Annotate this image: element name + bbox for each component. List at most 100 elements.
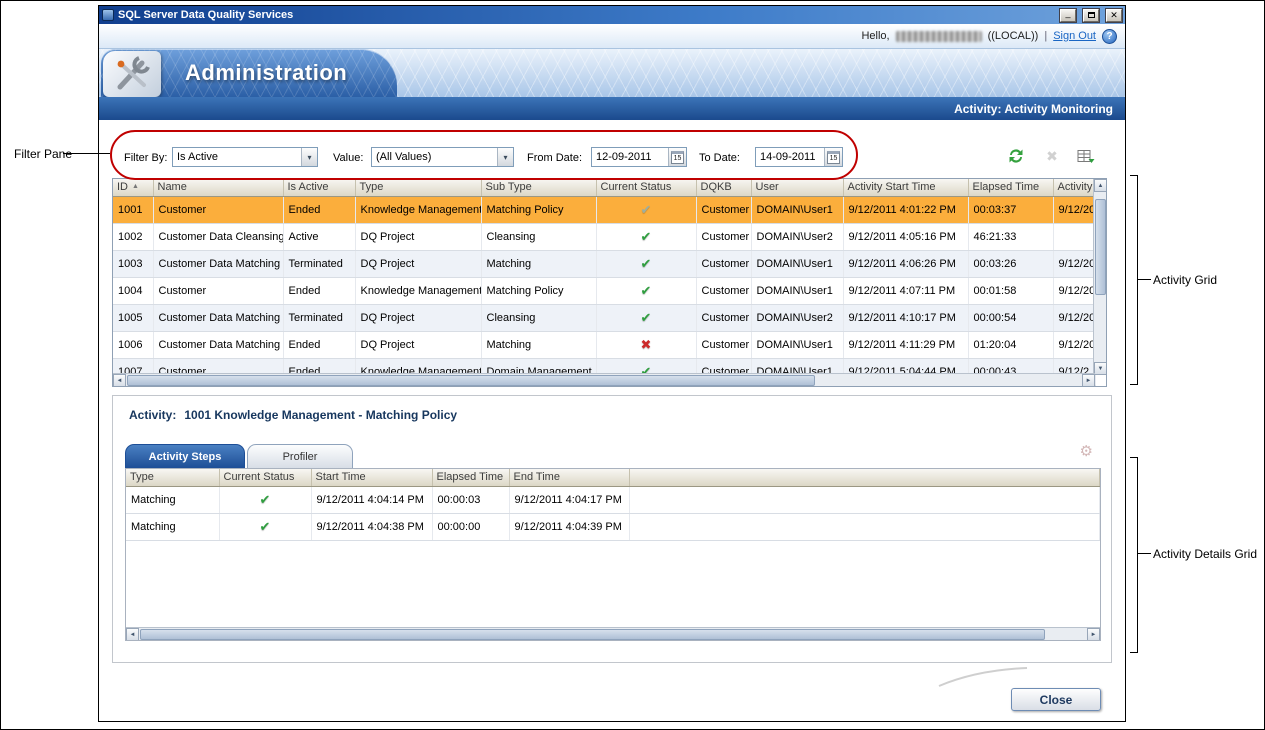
table-row[interactable]: 1003Customer Data MatchingTerminatedDQ P… <box>113 250 1095 277</box>
separator: | <box>1044 30 1047 42</box>
chevron-down-icon[interactable]: ▾ <box>301 148 317 166</box>
cell-user: DOMAIN\User1 <box>751 250 843 277</box>
activity-grid: ID▲ Name Is Active Type Sub Type Current… <box>112 178 1107 387</box>
callout-tick <box>1130 175 1138 176</box>
col-header-filler <box>629 469 1100 486</box>
cell-end: 9/12/20 <box>1053 250 1095 277</box>
status-fail-icon: ✖ <box>641 337 652 352</box>
restore-button[interactable] <box>1083 9 1099 22</box>
cell-end: 9/12/20 <box>1053 196 1095 223</box>
arrow-up-icon: ▲ <box>1098 183 1104 189</box>
calendar-icon[interactable]: 15 <box>668 148 686 166</box>
col-header-elapsed-time[interactable]: Elapsed Time <box>432 469 509 486</box>
from-date-label: From Date: <box>527 152 582 164</box>
cell-id: 1006 <box>113 331 153 358</box>
status-cell: ✔ <box>596 196 696 223</box>
scroll-right-button[interactable]: ► <box>1082 374 1095 387</box>
table-row[interactable]: Matching✔9/12/2011 4:04:14 PM00:00:039/1… <box>126 486 1100 513</box>
cell-elapsed: 00:00:03 <box>432 486 509 513</box>
cell-start: 9/12/2011 4:01:22 PM <box>843 196 968 223</box>
status-ok-icon: ✔ <box>641 229 652 244</box>
table-row[interactable]: 1002Customer Data CleansingActiveDQ Proj… <box>113 223 1095 250</box>
table-row[interactable]: 1004CustomerEndedKnowledge ManagementMat… <box>113 277 1095 304</box>
export-grid-icon[interactable] <box>1075 146 1097 166</box>
cell-user: DOMAIN\User1 <box>751 277 843 304</box>
callout-connector <box>1137 553 1151 554</box>
chevron-down-icon[interactable]: ▾ <box>497 148 513 166</box>
redacted-username <box>896 31 982 42</box>
calendar-icon[interactable]: 15 <box>824 148 842 166</box>
cell-is_active: Ended <box>283 331 355 358</box>
page-title: Administration <box>185 60 347 86</box>
cell-start: 9/12/2011 4:05:16 PM <box>843 223 968 250</box>
col-header-dqkb[interactable]: DQKB <box>696 179 751 196</box>
value-select[interactable]: (All Values) ▾ <box>371 147 514 167</box>
cell-name: Customer Data Matching <box>153 331 283 358</box>
col-header-type[interactable]: Type <box>126 469 219 486</box>
status-ok-icon: ✔ <box>641 310 652 325</box>
horizontal-scrollbar-thumb[interactable] <box>127 375 815 386</box>
calendar-day: 15 <box>671 151 685 164</box>
callout-tick <box>1130 652 1138 653</box>
horizontal-scrollbar[interactable]: ◄ ► <box>113 373 1095 386</box>
status-ok-icon: ✔ <box>260 519 271 534</box>
details-scrollbar-thumb[interactable] <box>140 629 1045 640</box>
app-icon <box>102 9 114 21</box>
vertical-scrollbar-thumb[interactable] <box>1095 199 1106 295</box>
vertical-scrollbar[interactable]: ▲ ▼ <box>1093 179 1106 375</box>
callout-connector <box>1137 279 1151 280</box>
sign-out-link[interactable]: Sign Out <box>1053 30 1096 42</box>
filter-by-select[interactable]: Is Active ▾ <box>172 147 318 167</box>
col-header-elapsed-time[interactable]: Elapsed Time <box>968 179 1053 196</box>
cell-elapsed: 00:03:26 <box>968 250 1053 277</box>
col-header-is-active[interactable]: Is Active <box>283 179 355 196</box>
tools-icon <box>103 51 161 97</box>
cell-name: Customer <box>153 277 283 304</box>
tab-activity-steps[interactable]: Activity Steps <box>125 444 245 468</box>
table-row[interactable]: 1001CustomerEndedKnowledge ManagementMat… <box>113 196 1095 223</box>
col-header-id[interactable]: ID▲ <box>113 179 153 196</box>
scroll-up-button[interactable]: ▲ <box>1094 179 1107 192</box>
help-icon[interactable]: ? <box>1102 29 1117 44</box>
col-header-type[interactable]: Type <box>355 179 481 196</box>
cell-id: 1003 <box>113 250 153 277</box>
col-header-sub-type[interactable]: Sub Type <box>481 179 596 196</box>
cell-elapsed: 00:03:37 <box>968 196 1053 223</box>
scroll-right-button[interactable]: ► <box>1087 628 1100 641</box>
refresh-icon[interactable] <box>1005 146 1027 166</box>
cell-end: 9/12/20 <box>1053 277 1095 304</box>
col-header-start-time[interactable]: Start Time <box>311 469 432 486</box>
cell-type: Matching <box>126 513 219 540</box>
col-header-current-status[interactable]: Current Status <box>596 179 696 196</box>
annotation-activity-grid: Activity Grid <box>1153 273 1217 287</box>
from-date-input[interactable]: 12-09-2011 15 <box>591 147 687 167</box>
to-date-input[interactable]: 14-09-2011 15 <box>755 147 843 167</box>
col-header-activity-end[interactable]: Activity <box>1053 179 1095 196</box>
titlebar[interactable]: SQL Server Data Quality Services _ ✕ <box>99 6 1125 24</box>
banner: Administration <box>99 49 1125 97</box>
scroll-left-button[interactable]: ◄ <box>126 628 139 641</box>
scroll-left-button[interactable]: ◄ <box>113 374 126 387</box>
status-cell: ✔ <box>596 304 696 331</box>
tab-profiler[interactable]: Profiler <box>247 444 353 468</box>
activity-details-grid: Type Current Status Start Time Elapsed T… <box>125 468 1101 641</box>
status-cell: ✖ <box>596 331 696 358</box>
col-header-current-status[interactable]: Current Status <box>219 469 311 486</box>
close-button[interactable]: Close <box>1011 688 1101 711</box>
col-header-end-time[interactable]: End Time <box>509 469 629 486</box>
table-row[interactable]: 1005Customer Data MatchingTerminatedDQ P… <box>113 304 1095 331</box>
cell-dqkb: Customer <box>696 304 751 331</box>
col-header-name[interactable]: Name <box>153 179 283 196</box>
close-window-button[interactable]: ✕ <box>1106 9 1122 22</box>
minimize-button[interactable]: _ <box>1060 9 1076 22</box>
cell-name: Customer <box>153 196 283 223</box>
table-row[interactable]: Matching✔9/12/2011 4:04:38 PM00:00:009/1… <box>126 513 1100 540</box>
cell-elapsed: 00:01:58 <box>968 277 1053 304</box>
col-header-user[interactable]: User <box>751 179 843 196</box>
col-header-start-time[interactable]: Activity Start Time <box>843 179 968 196</box>
scroll-down-button[interactable]: ▼ <box>1094 362 1107 375</box>
table-row[interactable]: 1006Customer Data MatchingEndedDQ Projec… <box>113 331 1095 358</box>
cell-start: 9/12/2011 4:04:14 PM <box>311 486 432 513</box>
details-horizontal-scrollbar[interactable]: ◄ ► <box>126 627 1100 640</box>
cell-user: DOMAIN\User1 <box>751 331 843 358</box>
